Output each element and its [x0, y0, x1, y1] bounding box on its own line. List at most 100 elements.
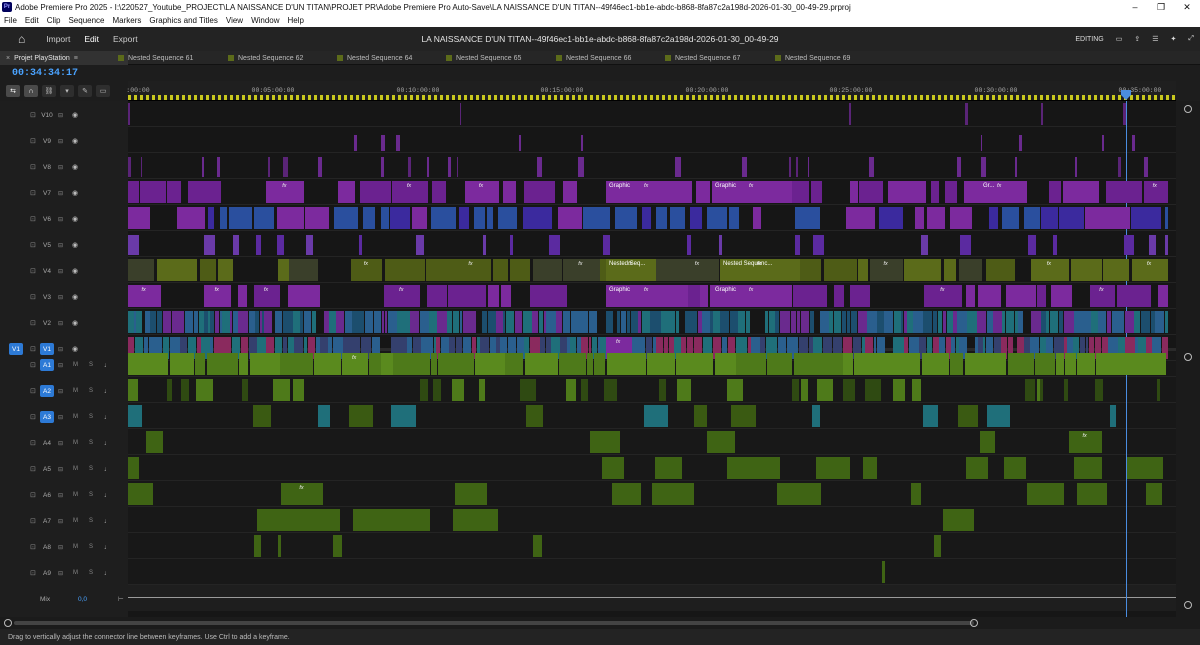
video-clip[interactable] [926, 207, 945, 229]
graphic-clip[interactable] [432, 181, 446, 203]
audio-clip[interactable] [128, 405, 142, 427]
video-clip[interactable] [1149, 235, 1157, 255]
track-name[interactable]: A2 [40, 385, 54, 397]
insert-nest-icon[interactable]: ⇆ [6, 85, 20, 97]
audio-clip[interactable] [647, 353, 675, 375]
graphic-clip[interactable] [500, 285, 511, 307]
video-clip[interactable] [128, 103, 130, 125]
graphic-clip[interactable] [1037, 285, 1047, 307]
audio-clip[interactable] [181, 379, 190, 401]
nested-clip[interactable]: fx [1030, 259, 1069, 281]
audio-clip[interactable] [242, 379, 249, 401]
video-clip[interactable] [253, 207, 274, 229]
audio-clip[interactable] [966, 457, 989, 479]
video-clip[interactable] [851, 311, 858, 333]
nested-clip[interactable] [944, 259, 956, 281]
graphic-clip[interactable] [810, 181, 822, 203]
video-clip[interactable] [268, 157, 270, 177]
eye-icon[interactable]: ◉ [72, 267, 78, 275]
video-clip[interactable] [419, 311, 430, 333]
video-clip[interactable] [581, 135, 584, 151]
video-clip[interactable] [993, 311, 1002, 333]
graphic-clip[interactable]: fx [392, 181, 428, 203]
video-clip[interactable] [809, 311, 814, 333]
video-clip[interactable] [1001, 207, 1020, 229]
sync-lock-icon[interactable]: ⊟ [58, 242, 63, 249]
video-clip[interactable] [675, 157, 681, 177]
audio-clip[interactable] [923, 405, 938, 427]
video-clip[interactable] [229, 311, 233, 333]
graphic-clip[interactable] [1106, 181, 1142, 203]
nested-clip[interactable] [426, 259, 453, 281]
minimize-icon[interactable]: – [1122, 2, 1148, 13]
audio-clip[interactable] [128, 457, 140, 479]
track-name[interactable]: A3 [40, 411, 54, 423]
video-clip[interactable] [707, 207, 728, 229]
audio-clip[interactable] [991, 353, 1007, 375]
video-clip[interactable] [606, 311, 613, 333]
video-clip[interactable] [785, 311, 791, 333]
audio-clip[interactable] [128, 379, 138, 401]
video-clip[interactable] [829, 311, 834, 333]
track-name[interactable]: V7 [40, 187, 54, 199]
audio-clip[interactable] [479, 379, 485, 401]
video-clip[interactable] [938, 311, 943, 333]
video-clip[interactable] [1018, 135, 1022, 151]
video-clip[interactable] [172, 311, 181, 333]
video-clip[interactable] [765, 311, 769, 333]
nested-clip[interactable] [156, 259, 198, 281]
lock-icon[interactable]: ⊡ [30, 189, 36, 197]
video-clip[interactable] [1023, 207, 1040, 229]
video-clip[interactable] [745, 311, 750, 333]
graphic-clip[interactable] [427, 285, 447, 307]
video-clip[interactable] [570, 311, 581, 333]
video-clip[interactable] [264, 311, 272, 333]
audio-clip[interactable] [317, 405, 330, 427]
video-clip[interactable] [675, 311, 679, 333]
video-clip[interactable] [702, 311, 710, 333]
video-clip[interactable] [181, 311, 185, 333]
video-clip[interactable] [306, 235, 314, 255]
sync-lock-icon[interactable]: ⊟ [58, 570, 63, 577]
video-clip[interactable] [487, 311, 496, 333]
video-clip[interactable] [1131, 207, 1161, 229]
audio-clip[interactable] [934, 535, 942, 557]
video-clip[interactable] [602, 235, 611, 255]
tab-edit[interactable]: Edit [77, 34, 106, 44]
nested-clip[interactable] [824, 259, 858, 281]
share-icon[interactable]: ⇪ [1134, 35, 1140, 43]
video-clip[interactable] [300, 311, 303, 333]
audio-clip[interactable] [655, 457, 683, 479]
lock-icon[interactable]: ⊡ [30, 569, 36, 577]
video-clip[interactable] [557, 207, 582, 229]
track-name[interactable]: V8 [40, 161, 54, 173]
nested-clip[interactable] [217, 259, 234, 281]
audio-clip[interactable] [474, 353, 505, 375]
graphic-clip[interactable] [700, 285, 709, 307]
video-clip[interactable] [718, 235, 722, 255]
graphic-clip[interactable]: Graphic fx [606, 181, 688, 203]
audio-clip[interactable] [590, 431, 621, 453]
video-clip[interactable] [1150, 311, 1155, 333]
video-clip[interactable] [408, 157, 412, 177]
nested-clip[interactable]: Nested Sequenc... fx [720, 259, 800, 281]
audio-clip[interactable] [581, 379, 588, 401]
mute-button[interactable]: M [73, 440, 78, 446]
scroll-handle-bottom[interactable] [1184, 601, 1192, 609]
video-clip[interactable] [238, 311, 249, 333]
audio-clip[interactable] [1077, 353, 1087, 375]
lock-icon[interactable]: ⊡ [30, 137, 36, 145]
video-clip[interactable] [1122, 103, 1126, 125]
video-clip[interactable] [364, 311, 370, 333]
video-clip[interactable] [876, 311, 884, 333]
track-name[interactable]: V5 [40, 239, 54, 251]
mic-icon[interactable]: ♩ [104, 570, 111, 577]
graphic-clip[interactable] [849, 181, 859, 203]
video-clip[interactable] [1164, 235, 1168, 255]
audio-clip[interactable] [736, 353, 767, 375]
menu-markers[interactable]: Markers [109, 16, 146, 25]
audio-clip[interactable] [586, 353, 594, 375]
menu-view[interactable]: View [222, 16, 247, 25]
menu-window[interactable]: Window [247, 16, 283, 25]
video-clip[interactable] [980, 157, 987, 177]
